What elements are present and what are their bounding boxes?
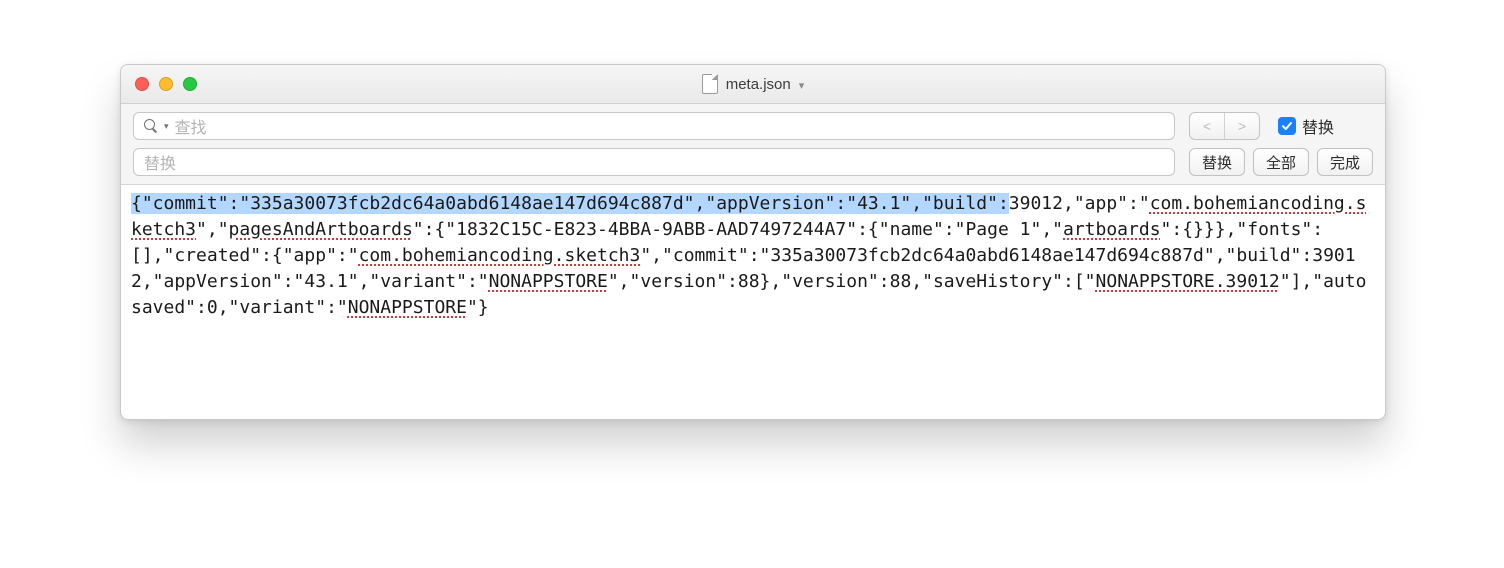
code-text: ":{"1832C15C-E823-4BBA-9ABB-AAD7497244A7… [413, 219, 1063, 240]
search-placeholder: 查找 [175, 114, 207, 138]
spellcheck-underline: artboards [1063, 219, 1161, 240]
code-text: "} [467, 297, 489, 318]
replace-toggle-checkbox[interactable]: 替换 [1278, 114, 1334, 138]
text-editor-content[interactable]: {"commit":"335a30073fcb2dc64a0abd6148ae1… [121, 185, 1385, 419]
replace-all-button[interactable]: 全部 [1253, 148, 1309, 176]
code-text: ","version":88},"version":88,"saveHistor… [608, 271, 1096, 292]
window-controls [121, 77, 197, 91]
find-nav-segmented: < > [1189, 112, 1260, 140]
done-button[interactable]: 完成 [1317, 148, 1373, 176]
replace-input[interactable]: 替换 [133, 148, 1175, 176]
title-dropdown-icon[interactable]: ▾ [799, 79, 805, 92]
find-next-button[interactable]: > [1224, 113, 1259, 139]
spellcheck-underline: NONAPPSTORE [348, 297, 467, 318]
text-editor-window: meta.json ▾ ▾ 查找 < > 替换 替换 替 [120, 64, 1386, 420]
selected-text: {"commit":"335a30073fcb2dc64a0abd6148ae1… [131, 193, 1009, 214]
find-prev-button[interactable]: < [1190, 113, 1224, 139]
replace-placeholder: 替换 [144, 150, 176, 174]
titlebar: meta.json ▾ [121, 65, 1385, 104]
document-icon [702, 74, 718, 94]
code-text: "," [196, 219, 229, 240]
spellcheck-underline: com.bohemiancoding.sketch3 [359, 245, 641, 266]
replace-button[interactable]: 替换 [1189, 148, 1245, 176]
code-text: 39012,"app":" [1009, 193, 1150, 214]
minimize-window-button[interactable] [159, 77, 173, 91]
window-title: meta.json [726, 76, 791, 93]
search-input[interactable]: ▾ 查找 [133, 112, 1175, 140]
find-replace-bar: ▾ 查找 < > 替换 替换 替换 全部 完成 [121, 104, 1385, 185]
search-options-dropdown-icon[interactable]: ▾ [164, 121, 169, 132]
replace-toggle-label: 替换 [1302, 114, 1334, 138]
spellcheck-underline: NONAPPSTORE.39012 [1096, 271, 1280, 292]
checkbox-checked-icon [1278, 117, 1296, 135]
spellcheck-underline: NONAPPSTORE [489, 271, 608, 292]
close-window-button[interactable] [135, 77, 149, 91]
search-icon [144, 119, 158, 133]
zoom-window-button[interactable] [183, 77, 197, 91]
spellcheck-underline: pagesAndArtboards [229, 219, 413, 240]
